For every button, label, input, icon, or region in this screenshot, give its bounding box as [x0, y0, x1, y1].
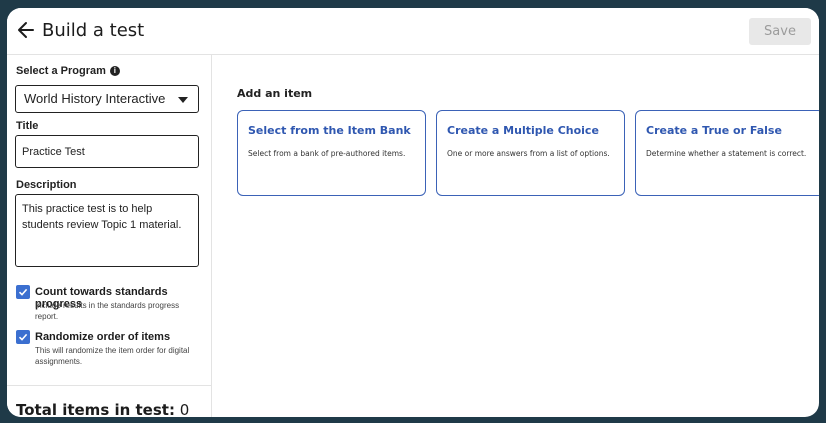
back-arrow-icon[interactable] — [17, 20, 35, 40]
true-false-card-description: Determine whether a statement is correct… — [646, 149, 807, 158]
sidebar-divider — [7, 385, 211, 386]
item-bank-card[interactable]: Select from the Item Bank Select from a … — [237, 110, 426, 196]
add-item-panel: Add an item Select from the Item Bank Se… — [212, 55, 819, 417]
add-item-heading: Add an item — [237, 87, 313, 100]
randomize-order-label: Randomize order of items — [35, 331, 171, 343]
multiple-choice-card[interactable]: Create a Multiple Choice One or more ans… — [436, 110, 625, 196]
total-items-count: 0 — [179, 401, 190, 417]
checkmark-icon — [18, 333, 28, 341]
true-false-card-title: Create a True or False — [646, 124, 782, 137]
page-title: Build a test — [42, 20, 145, 41]
randomize-order-description: This will randomize the item order for d… — [35, 346, 190, 366]
description-label: Description — [16, 179, 77, 191]
total-items: Total items in test: 0 — [16, 401, 189, 417]
title-label: Title — [16, 120, 39, 132]
description-textarea[interactable]: This practice test is to help students r… — [15, 194, 199, 267]
item-bank-card-title: Select from the Item Bank — [248, 124, 411, 137]
app-window: Build a test Save Select a Program i Worl… — [7, 8, 819, 417]
program-select-value: World History Interactive — [24, 91, 166, 106]
info-icon[interactable]: i — [109, 66, 120, 76]
randomize-order-checkbox[interactable] — [16, 330, 30, 344]
program-label: Select a Program i — [16, 65, 120, 77]
item-bank-card-description: Select from a bank of pre-authored items… — [248, 149, 406, 158]
count-standards-description: Include results in the standards progres… — [35, 301, 180, 321]
program-select[interactable]: World History Interactive — [15, 85, 199, 113]
header-bar: Build a test Save — [7, 8, 819, 55]
true-false-card[interactable]: Create a True or False Determine whether… — [635, 110, 819, 196]
multiple-choice-card-title: Create a Multiple Choice — [447, 124, 599, 137]
title-input[interactable] — [15, 135, 199, 168]
test-settings-sidebar: Select a Program i World History Interact… — [7, 55, 212, 417]
program-label-text: Select a Program — [16, 65, 106, 77]
multiple-choice-card-description: One or more answers from a list of optio… — [447, 149, 610, 158]
total-items-label: Total items in test: — [16, 401, 175, 417]
checkmark-icon — [18, 288, 28, 296]
count-standards-checkbox[interactable] — [16, 285, 30, 299]
save-button[interactable]: Save — [749, 18, 811, 45]
chevron-down-icon — [178, 97, 188, 103]
